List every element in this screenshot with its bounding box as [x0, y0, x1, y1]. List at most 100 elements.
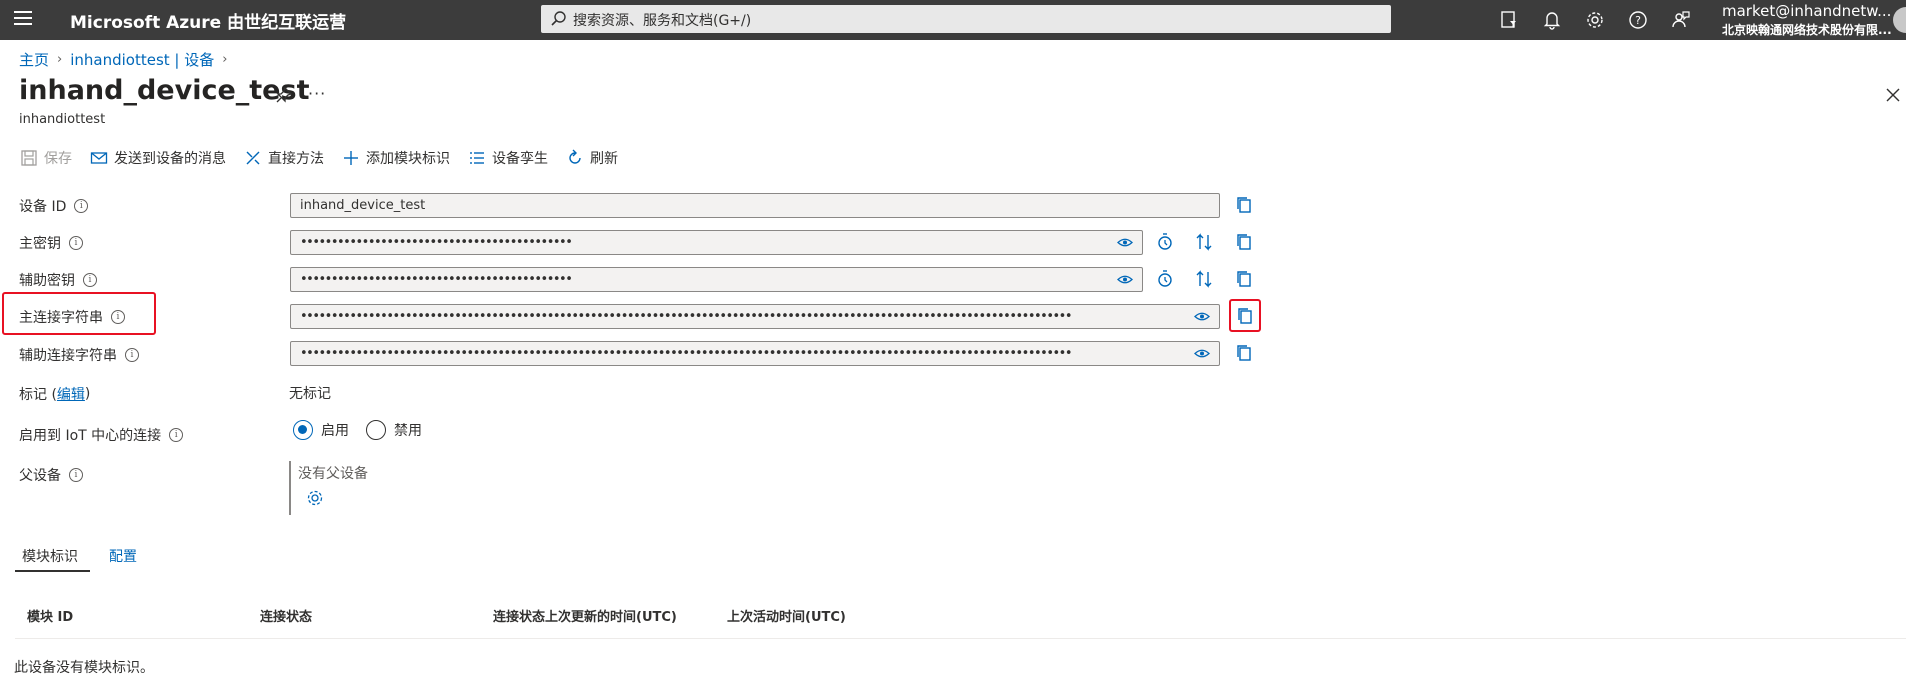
top-bar: Microsoft Azure 由世纪互联运营 搜索资源、服务和文档(G+/) …: [0, 0, 1906, 40]
copy-icon[interactable]: [1234, 269, 1254, 289]
portal-brand[interactable]: Microsoft Azure 由世纪互联运营: [70, 8, 346, 33]
info-icon[interactable]: i: [125, 348, 139, 362]
device-id-label-text: 设备 ID: [19, 199, 67, 215]
gear-icon[interactable]: [305, 488, 325, 508]
send-message-button[interactable]: 发送到设备的消息: [90, 148, 226, 168]
copy-icon[interactable]: [1235, 306, 1255, 326]
primary-key-field[interactable]: ••••••••••••••••••••••••••••••••••••••••…: [290, 230, 1143, 255]
chevron-right-icon: ›: [222, 52, 228, 67]
active-tab-indicator: [15, 570, 90, 572]
device-id-value: inhand_device_test: [300, 198, 426, 213]
svg-text:?: ?: [1635, 14, 1641, 27]
radio-unselected[interactable]: [366, 420, 386, 440]
help-icon[interactable]: ?: [1627, 9, 1649, 31]
avatar[interactable]: [1893, 7, 1906, 33]
info-icon[interactable]: i: [111, 310, 125, 324]
account-menu[interactable]: market@inhandnetw... 北京映翰通网络技术股份有限...: [1722, 2, 1892, 38]
tags-label-close: ): [84, 386, 91, 402]
disable-radio-label: 禁用: [394, 423, 422, 439]
device-id-label: 设备 ID i: [19, 196, 89, 216]
save-button[interactable]: 保存: [20, 148, 72, 168]
table-header-divider: [15, 638, 1906, 639]
info-icon[interactable]: i: [74, 199, 89, 213]
save-icon: [21, 150, 37, 166]
column-header-connection-state[interactable]: 连接状态: [260, 606, 312, 625]
list-icon: [470, 152, 484, 164]
empty-table-message: 此设备没有模块标识。: [14, 660, 154, 676]
tab-configuration[interactable]: 配置: [109, 546, 137, 566]
refresh-button[interactable]: 刷新: [566, 148, 618, 168]
refresh-label: 刷新: [590, 151, 618, 167]
primary-conn-label-text: 主连接字符串: [19, 310, 103, 326]
secondary-connection-string-label: 辅助连接字符串 i: [19, 345, 139, 365]
pin-icon[interactable]: [275, 86, 293, 104]
bell-icon[interactable]: [1541, 9, 1563, 31]
eye-icon[interactable]: [1117, 236, 1133, 249]
secondary-key-label-text: 辅助密钥: [19, 273, 75, 289]
copy-icon[interactable]: [1234, 343, 1254, 363]
column-header-module-id[interactable]: 模块 ID: [27, 606, 73, 625]
search-placeholder: 搜索资源、服务和文档(G+/): [573, 13, 752, 29]
column-header-last-activity[interactable]: 上次活动时间(UTC): [727, 606, 846, 625]
close-icon[interactable]: [1884, 86, 1902, 104]
save-label: 保存: [44, 151, 72, 167]
command-bar: 保存 发送到设备的消息 直接方法 添加模块标识 设备孪生 刷新: [20, 147, 636, 169]
direct-method-label: 直接方法: [268, 151, 324, 167]
enable-radio-label: 启用: [321, 423, 349, 439]
tags-value: 无标记: [289, 386, 331, 402]
device-id-field[interactable]: inhand_device_test: [290, 193, 1220, 218]
breadcrumb-hub[interactable]: inhandiottest | 设备: [70, 49, 214, 70]
eye-icon[interactable]: [1194, 310, 1210, 323]
breadcrumb: 主页 › inhandiottest | 设备 ›: [19, 49, 227, 70]
info-icon[interactable]: i: [69, 468, 83, 482]
tags-label-text: 标记 (: [19, 387, 57, 403]
device-twin-label: 设备孪生: [492, 151, 548, 167]
tags-label: 标记 ( 编辑 ): [19, 384, 90, 404]
gear-icon[interactable]: [1584, 9, 1606, 31]
more-options-button[interactable]: ···: [308, 84, 326, 103]
secondary-key-label: 辅助密钥 i: [19, 270, 97, 290]
parent-device-value: 没有父设备: [298, 466, 368, 482]
mail-icon: [90, 152, 108, 164]
tab-module-identities[interactable]: 模块标识: [22, 546, 78, 566]
cloud-shell-filter-icon[interactable]: [1498, 9, 1520, 31]
copy-icon[interactable]: [1234, 195, 1254, 215]
direct-method-button[interactable]: 直接方法: [244, 148, 324, 168]
global-search-input[interactable]: 搜索资源、服务和文档(G+/): [541, 5, 1391, 33]
enable-radio[interactable]: 启用: [293, 420, 349, 440]
swap-keys-icon[interactable]: [1194, 232, 1214, 252]
parent-label-text: 父设备: [19, 468, 61, 484]
add-module-label: 添加模块标识: [366, 151, 450, 167]
eye-icon[interactable]: [1194, 347, 1210, 360]
column-header-connection-state-updated[interactable]: 连接状态上次更新的时间(UTC): [493, 606, 677, 625]
regenerate-key-icon[interactable]: [1155, 232, 1175, 252]
info-icon[interactable]: i: [169, 428, 184, 442]
feedback-icon[interactable]: [1670, 9, 1692, 31]
secondary-conn-label-text: 辅助连接字符串: [19, 348, 117, 364]
direct-method-icon: [246, 151, 260, 165]
swap-keys-icon[interactable]: [1194, 269, 1214, 289]
parent-device-divider: [289, 461, 291, 515]
info-icon[interactable]: i: [69, 236, 83, 250]
secondary-key-field[interactable]: ••••••••••••••••••••••••••••••••••••••••…: [290, 267, 1143, 292]
parent-device-label: 父设备 i: [19, 465, 83, 485]
add-module-identity-button[interactable]: 添加模块标识: [342, 148, 450, 168]
enable-label-text: 启用到 IoT 中心的连接: [19, 428, 162, 444]
regenerate-key-icon[interactable]: [1155, 269, 1175, 289]
disable-radio[interactable]: 禁用: [366, 420, 422, 440]
device-twin-button[interactable]: 设备孪生: [468, 148, 548, 168]
primary-key-label: 主密钥 i: [19, 233, 83, 253]
eye-icon[interactable]: [1117, 273, 1133, 286]
menu-icon[interactable]: [14, 11, 32, 29]
info-icon[interactable]: i: [83, 273, 97, 287]
radio-selected[interactable]: [293, 420, 313, 440]
edit-tags-link[interactable]: 编辑: [57, 384, 85, 404]
primary-connection-string-field[interactable]: ••••••••••••••••••••••••••••••••••••••••…: [290, 304, 1220, 329]
enable-connection-label: 启用到 IoT 中心的连接 i: [19, 425, 184, 445]
primary-key-label-text: 主密钥: [19, 236, 61, 252]
account-email: market@inhandnetw...: [1722, 2, 1892, 20]
secondary-connection-string-field[interactable]: ••••••••••••••••••••••••••••••••••••••••…: [290, 341, 1220, 366]
copy-icon[interactable]: [1234, 232, 1254, 252]
breadcrumb-home[interactable]: 主页: [19, 49, 49, 70]
page-subtitle: inhandiottest: [19, 112, 106, 127]
